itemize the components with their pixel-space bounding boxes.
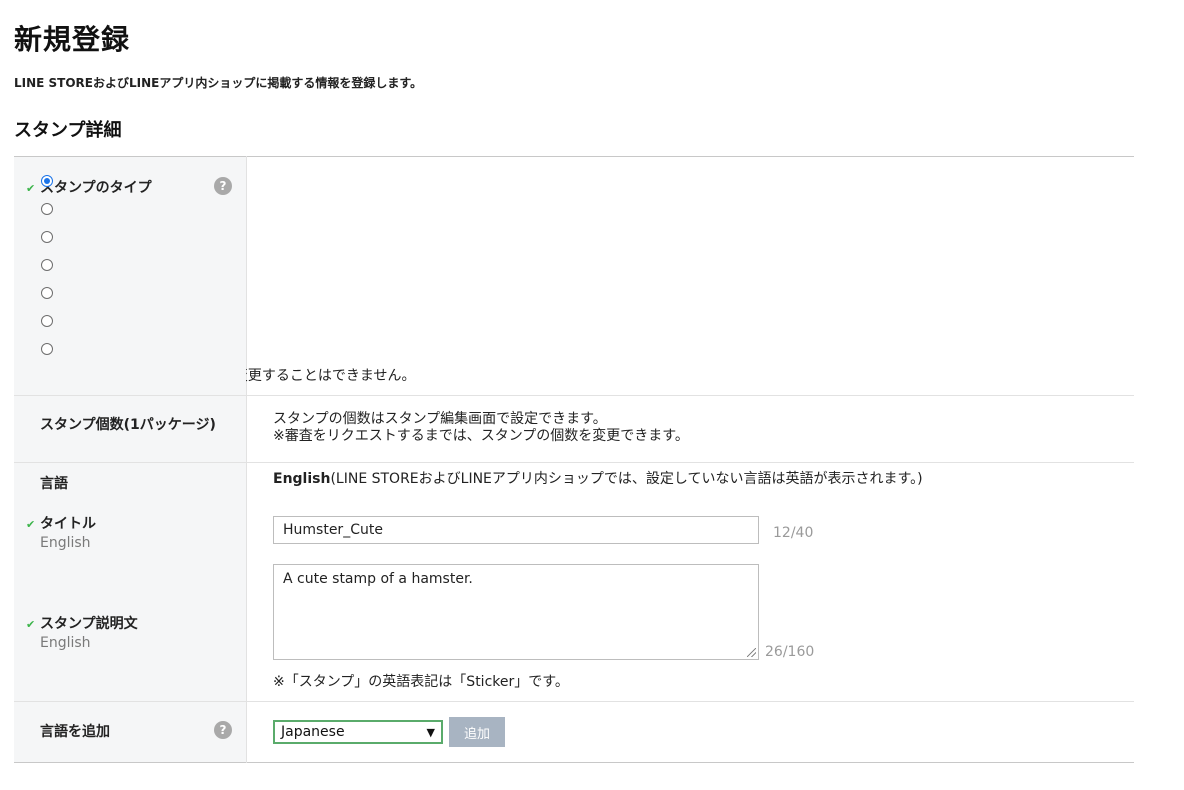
description-label: スタンプ説明文 — [40, 616, 138, 632]
language-label: 言語 — [40, 476, 68, 492]
radio-button[interactable] — [41, 287, 53, 299]
language-select[interactable]: Japanese ▼ — [273, 720, 443, 744]
row-stamp-count: スタンプ個数(1パッケージ) スタンプの個数はスタンプ編集画面で設定できます。 … — [14, 395, 1134, 463]
row-stamp-type: ✔ スタンプのタイプ ? スタンプアニメーションスタンプカスタムスタンプメッセージ… — [14, 156, 1135, 396]
radio-button[interactable] — [41, 315, 53, 327]
language-select-value: Japanese — [281, 724, 345, 740]
help-icon[interactable]: ? — [214, 721, 232, 739]
title-counter: 12/40 — [773, 525, 814, 541]
radio-button[interactable] — [41, 231, 53, 243]
language-value: English(LINE STOREおよびLINEアプリ内ショップでは、設定して… — [246, 462, 1134, 702]
check-icon: ✔ — [26, 518, 36, 531]
radio-button[interactable] — [41, 343, 53, 355]
check-icon: ✔ — [26, 182, 36, 195]
stamp-count-label: スタンプ個数(1パッケージ) — [40, 417, 216, 433]
language-note: (LINE STOREおよびLINEアプリ内ショップでは、設定していない言語は英… — [330, 471, 923, 487]
language-info: English(LINE STOREおよびLINEアプリ内ショップでは、設定して… — [273, 471, 1134, 488]
add-language-value: Japanese ▼ 追加 — [246, 701, 1134, 763]
description-counter: 26/160 — [765, 644, 815, 660]
stamp-type-label: スタンプのタイプ — [40, 180, 152, 196]
label-cell: 言語 ✔ タイトル English ✔ スタンプ説明文 English — [14, 462, 247, 702]
stamp-type-options: スタンプアニメーションスタンプカスタムスタンプメッセージスタンプBIGスタンプポ… — [41, 157, 1135, 396]
description-note: ※「スタンプ」の英語表記は「Sticker」です。 — [273, 674, 569, 690]
radio-button[interactable] — [41, 175, 53, 187]
row-add-language: 言語を追加 ? Japanese ▼ 追加 — [14, 701, 1134, 763]
add-language-button[interactable]: 追加 — [449, 717, 505, 747]
radio-button[interactable] — [41, 259, 53, 271]
row-language: 言語 ✔ タイトル English ✔ スタンプ説明文 English Englis… — [14, 462, 1134, 702]
stamp-count-value: スタンプの個数はスタンプ編集画面で設定できます。 ※審査をリクエストするまでは、… — [246, 395, 1134, 463]
page-subtitle: LINE STOREおよびLINEアプリ内ショップに掲載する情報を登録します。 — [14, 76, 423, 90]
stamp-count-line1: スタンプの個数はスタンプ編集画面で設定できます。 — [273, 411, 607, 427]
language-current: English — [273, 471, 331, 487]
title-lang: English — [40, 535, 91, 551]
page-title: 新規登録 — [14, 23, 131, 56]
section-title: スタンプ詳細 — [14, 120, 122, 141]
label-cell: 言語を追加 ? — [14, 701, 247, 763]
label-cell: スタンプ個数(1パッケージ) — [14, 395, 247, 463]
description-textarea[interactable]: A cute stamp of a hamster. — [273, 564, 759, 660]
description-value: A cute stamp of a hamster. — [283, 571, 473, 587]
resize-handle-icon[interactable] — [747, 648, 756, 657]
title-input[interactable]: Humster_Cute — [273, 516, 759, 544]
add-language-label: 言語を追加 — [40, 724, 110, 740]
stamp-count-line2: ※審査をリクエストするまでは、スタンプの個数を変更できます。 — [273, 428, 689, 444]
radio-button[interactable] — [41, 203, 53, 215]
page: 新規登録 LINE STOREおよびLINEアプリ内ショップに掲載する情報を登録… — [0, 0, 1184, 790]
description-lang: English — [40, 635, 91, 651]
help-icon[interactable]: ? — [214, 177, 232, 195]
title-label: タイトル — [40, 516, 96, 532]
label-cell: ✔ スタンプのタイプ ? — [14, 156, 247, 396]
stamp-detail-form: ✔ スタンプのタイプ ? スタンプアニメーションスタンプカスタムスタンプメッセージ… — [14, 156, 1134, 763]
chevron-down-icon: ▼ — [426, 725, 435, 739]
check-icon: ✔ — [26, 618, 36, 631]
